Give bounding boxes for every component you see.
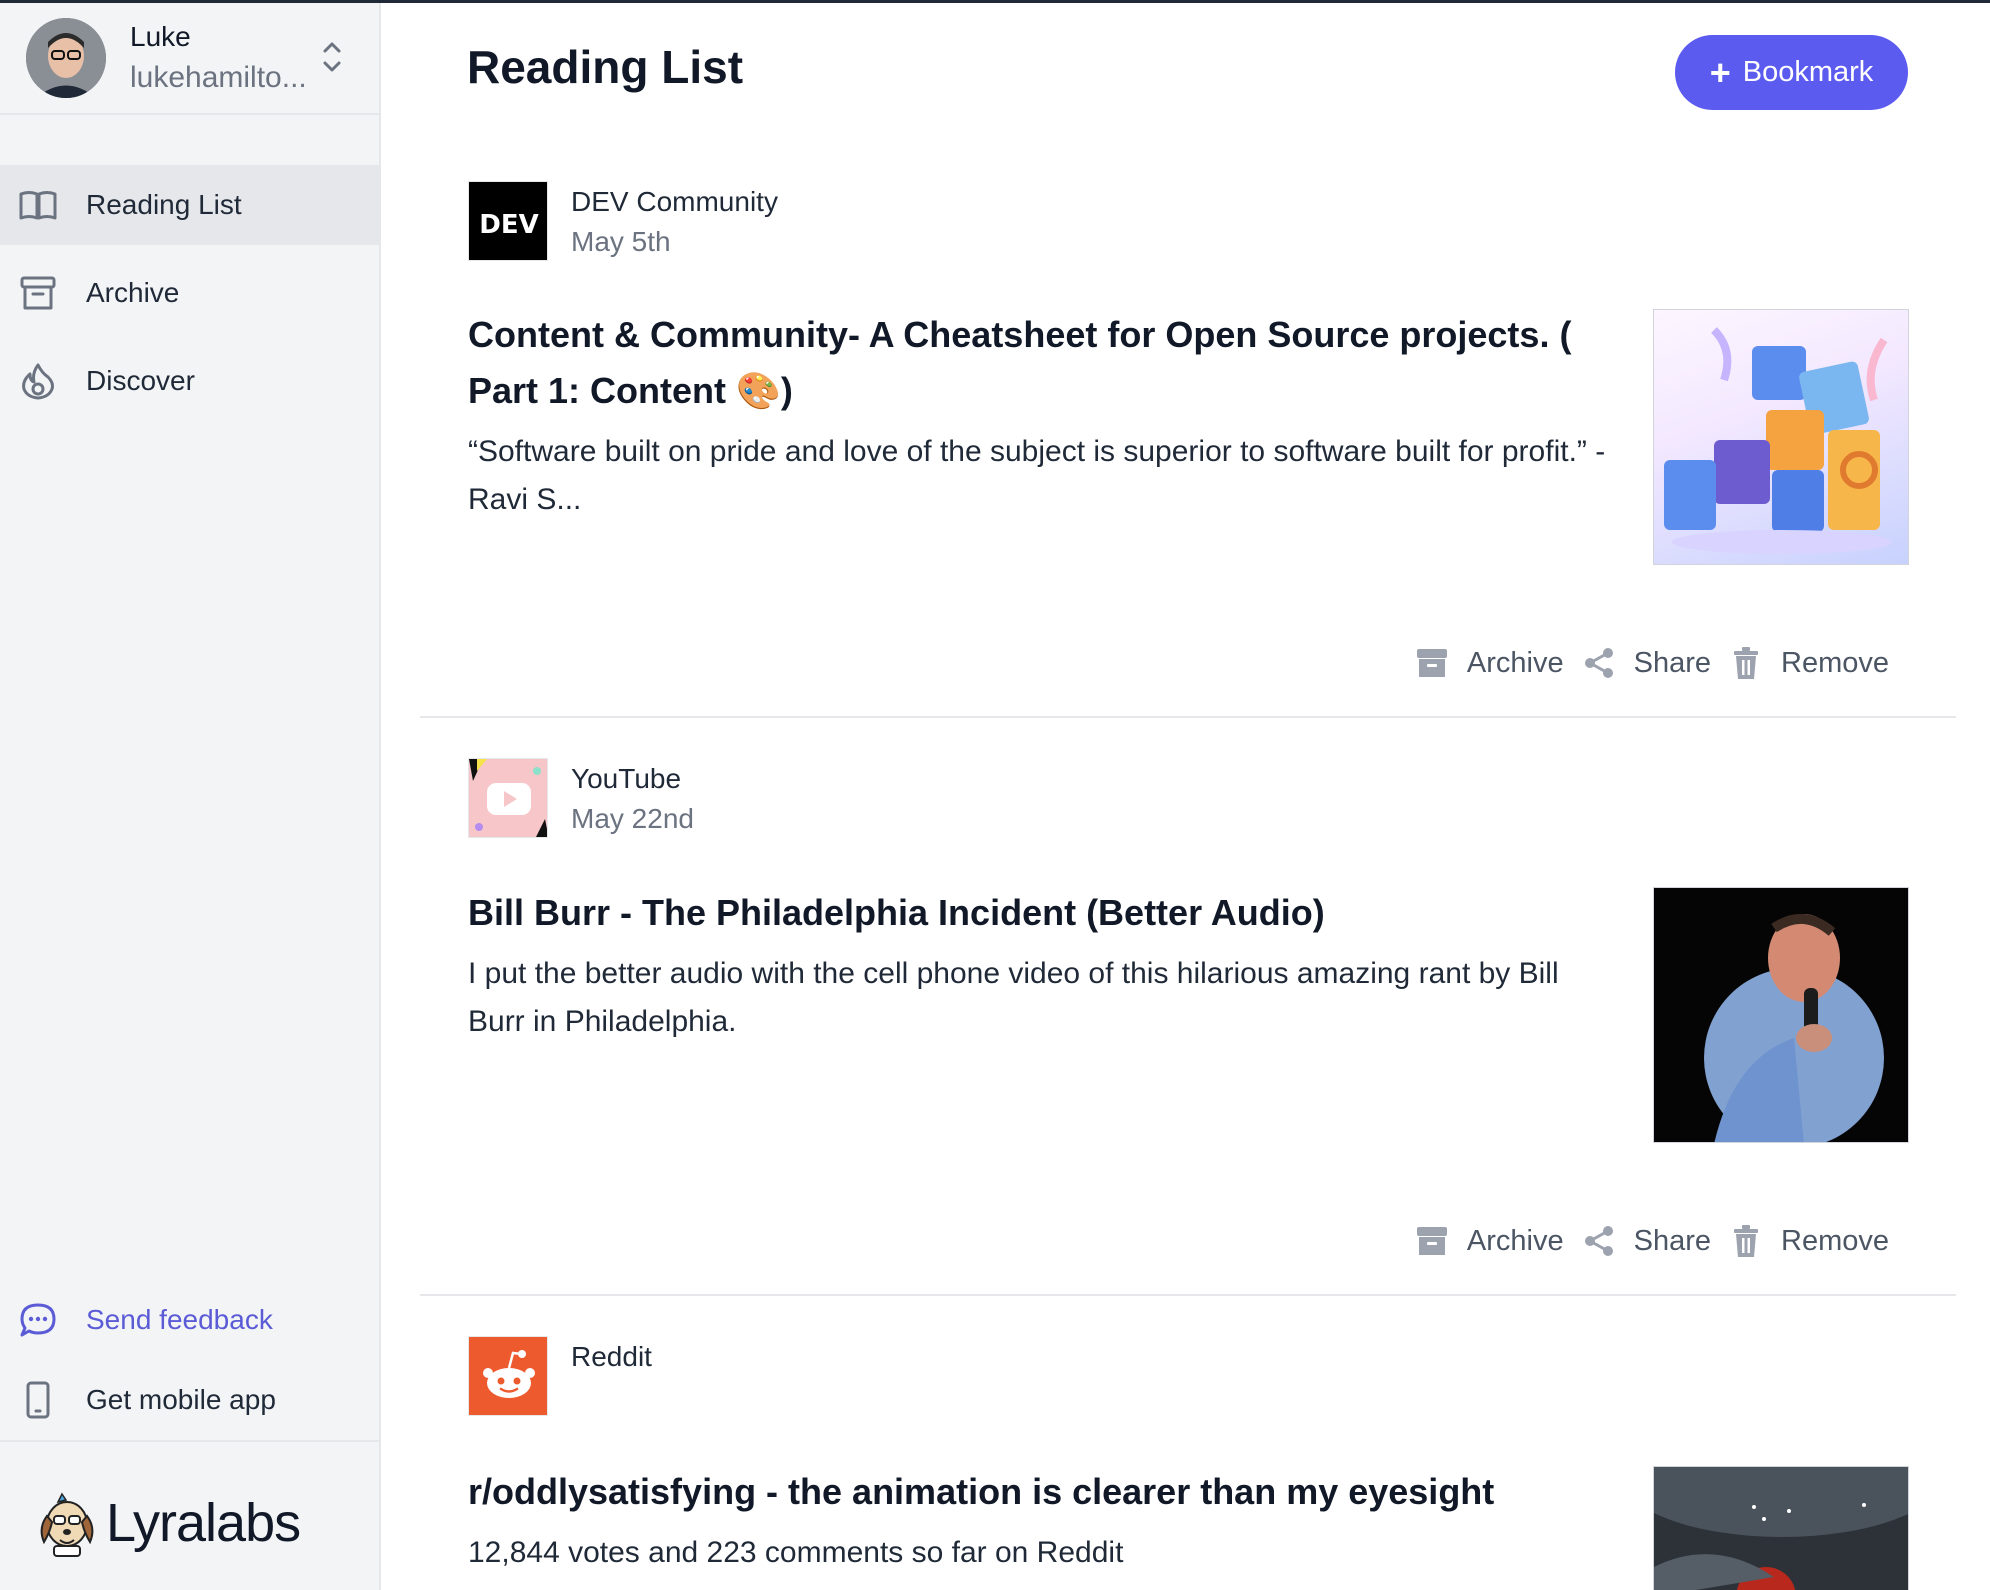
source-name: YouTube <box>571 763 682 794</box>
svg-text:DEV: DEV <box>479 210 538 240</box>
item-title[interactable]: Content & Community- A Cheatsheet for Op… <box>468 307 1618 419</box>
sidebar-item-archive[interactable]: Archive <box>0 253 379 333</box>
remove-button[interactable]: Remove <box>1729 1224 1889 1258</box>
item-title[interactable]: Bill Burr - The Philadelphia Incident (B… <box>468 885 1618 941</box>
send-feedback-link[interactable]: Send feedback <box>0 1290 379 1350</box>
item-date: May 5th <box>571 226 671 257</box>
divider <box>420 716 1956 718</box>
chat-bubble-icon <box>20 1303 56 1337</box>
chevron-up-down-icon[interactable] <box>320 37 344 77</box>
item-description: “Software built on pride and love of the… <box>468 435 1606 516</box>
share-button[interactable]: Share <box>1582 1224 1711 1258</box>
plus-icon: + <box>1709 51 1731 93</box>
item-thumbnail[interactable] <box>1653 309 1909 565</box>
sidebar-item-label: Reading List <box>86 189 242 220</box>
item-date: May 22nd <box>571 803 694 834</box>
item-thumbnail[interactable] <box>1653 887 1909 1143</box>
archive-label: Archive <box>1466 1224 1564 1257</box>
archive-button[interactable]: Archive <box>1415 646 1564 680</box>
list-item[interactable]: Reddit r/oddlysatisfying - the animation… <box>420 1336 1956 1590</box>
archive-button[interactable]: Archive <box>1415 1224 1564 1258</box>
flame-icon <box>22 363 54 400</box>
book-open-icon <box>19 191 57 220</box>
sidebar-item-reading-list[interactable]: Reading List <box>0 165 379 245</box>
archive-icon <box>1416 1227 1447 1255</box>
archive-icon <box>1416 649 1447 677</box>
dev-logo-icon: DEV <box>468 181 548 261</box>
item-description: 12,844 votes and 223 comments so far on … <box>468 1536 1124 1569</box>
add-bookmark-button[interactable]: + Bookmark <box>1675 35 1908 110</box>
source-name: DEV Community <box>571 186 778 217</box>
send-feedback-label: Send feedback <box>86 1304 273 1335</box>
page-title: Reading List <box>467 41 744 93</box>
divider <box>0 1440 379 1442</box>
remove-label: Remove <box>1781 1224 1889 1257</box>
account-switcher[interactable]: Luke lukehamilto... <box>0 3 379 115</box>
share-button[interactable]: Share <box>1582 646 1711 680</box>
sidebar: Luke lukehamilto... Reading List Archive… <box>0 3 381 1590</box>
item-thumbnail[interactable] <box>1653 1466 1909 1590</box>
phone-icon <box>26 1381 50 1419</box>
sidebar-item-label: Discover <box>86 365 195 396</box>
user-name: Luke <box>130 21 191 52</box>
item-actions: Archive Share Remove <box>1397 1221 1889 1261</box>
share-label: Share <box>1633 646 1711 679</box>
youtube-logo-icon <box>468 758 548 838</box>
trash-icon <box>1734 1225 1758 1257</box>
dog-mascot-icon <box>40 1492 94 1557</box>
get-mobile-app-label: Get mobile app <box>86 1384 276 1415</box>
add-bookmark-label: Bookmark <box>1742 56 1874 88</box>
trash-icon <box>1734 647 1758 679</box>
avatar <box>26 18 106 98</box>
item-actions: Archive Share Remove <box>1397 643 1889 683</box>
get-mobile-app-link[interactable]: Get mobile app <box>0 1370 379 1430</box>
share-icon <box>1584 1226 1613 1256</box>
archive-label: Archive <box>1466 646 1564 679</box>
user-email: lukehamilto... <box>130 61 307 94</box>
sidebar-item-label: Archive <box>86 277 180 308</box>
list-item[interactable]: DEV DEV Community May 5th Content & Comm… <box>420 180 1956 680</box>
lyralabs-logo: Lyralabs <box>36 1483 301 1563</box>
item-description: I put the better audio with the cell pho… <box>468 957 1559 1038</box>
logo-text: Lyralabs <box>106 1493 301 1553</box>
item-title[interactable]: r/oddlysatisfying - the animation is cle… <box>468 1464 1618 1520</box>
share-icon <box>1584 648 1613 678</box>
divider <box>420 1294 1956 1296</box>
list-item[interactable]: YouTube May 22nd Bill Burr - The Philade… <box>420 758 1956 1258</box>
share-label: Share <box>1633 1224 1711 1257</box>
remove-button[interactable]: Remove <box>1729 646 1889 680</box>
archive-icon <box>20 276 56 310</box>
source-name: Reddit <box>571 1341 652 1372</box>
remove-label: Remove <box>1781 646 1889 679</box>
sidebar-item-discover[interactable]: Discover <box>0 341 379 421</box>
reddit-logo-icon <box>468 1336 548 1416</box>
